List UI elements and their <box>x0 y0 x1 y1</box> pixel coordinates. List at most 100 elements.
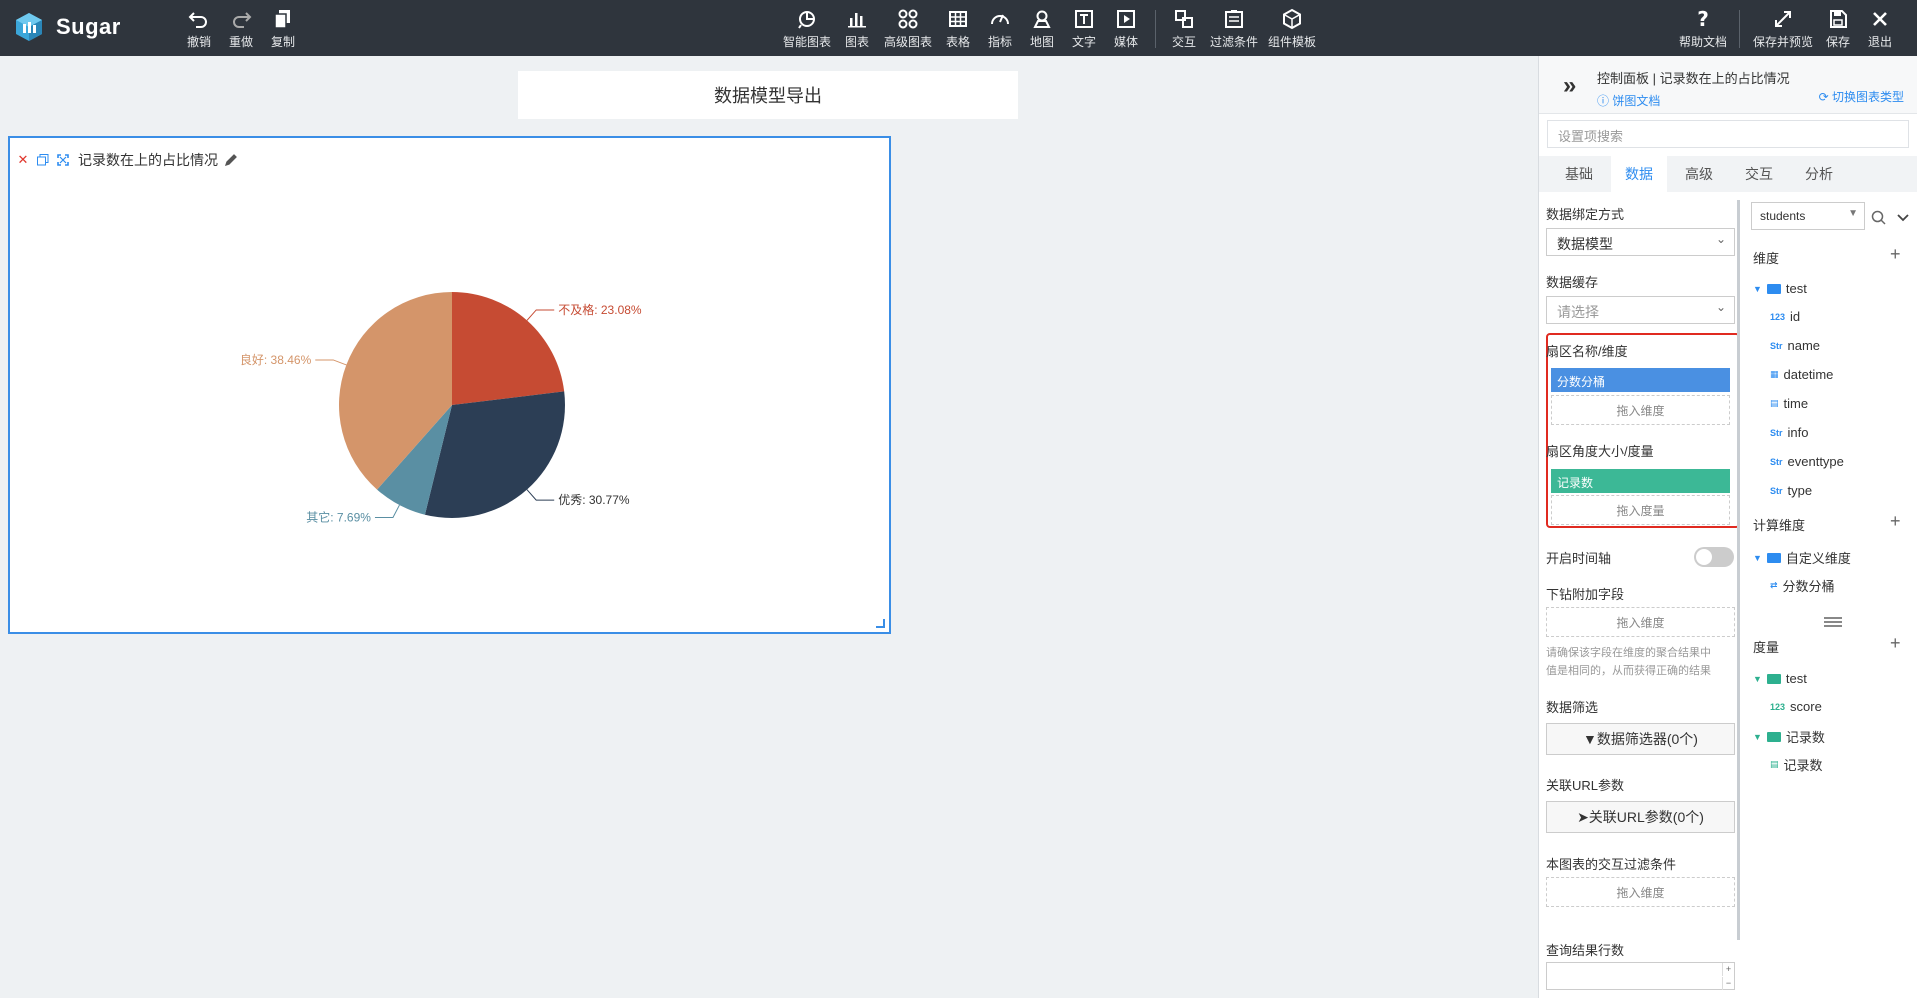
dimension-pill[interactable]: 分数分桶 <box>1551 368 1730 392</box>
data-filter-button[interactable]: ▼ 数据筛选器(0个) <box>1546 723 1735 755</box>
svg-text:?: ? <box>1697 8 1709 30</box>
report-title[interactable]: 数据模型导出 <box>518 71 1018 119</box>
save-button[interactable]: 保存 <box>1826 8 1850 50</box>
field-item[interactable]: Str name <box>1770 338 1820 353</box>
smart-chart-button[interactable]: 智能图表 <box>783 8 831 50</box>
pie-slice[interactable] <box>452 292 565 405</box>
pie-label: 其它: 7.69% <box>306 509 371 524</box>
toolbar-divider <box>1155 10 1156 48</box>
tab-interaction[interactable]: 交互 <box>1731 156 1787 192</box>
table-button[interactable]: 表格 <box>946 8 970 50</box>
field-item[interactable]: Str eventtype <box>1770 454 1844 469</box>
rows-input[interactable]: + − <box>1546 962 1735 990</box>
drill-drop-zone[interactable]: 拖入维度 <box>1546 607 1735 637</box>
chevron-down-icon[interactable] <box>1896 212 1910 224</box>
field-item[interactable]: ▦ datetime <box>1770 367 1833 382</box>
field-item[interactable]: 123 score <box>1770 699 1822 714</box>
filter-condition-button[interactable]: 过滤条件 <box>1210 8 1258 50</box>
chart-card-header: ✕ 记录数在上的占比情况 <box>16 150 238 170</box>
add-calc-dimension-icon[interactable]: + <box>1890 511 1901 532</box>
send-icon: ➤ <box>1577 808 1589 825</box>
pie-leader-line <box>374 504 400 518</box>
advanced-chart-button[interactable]: 高级图表 <box>884 8 932 50</box>
folder-icon <box>1766 673 1781 684</box>
tab-analysis[interactable]: 分析 <box>1791 156 1847 192</box>
map-button[interactable]: 地图 <box>1030 8 1054 50</box>
field-item[interactable]: Str type <box>1770 483 1812 498</box>
exit-button[interactable]: 退出 <box>1868 8 1892 50</box>
datetime-type-icon: ▦ <box>1770 369 1779 379</box>
delete-icon[interactable]: ✕ <box>16 152 30 167</box>
collapse-panel-icon[interactable]: » <box>1563 72 1576 100</box>
measure-pill[interactable]: 记录数 <box>1551 469 1730 493</box>
field-item[interactable]: ▤ time <box>1770 396 1808 411</box>
settings-search-input[interactable]: 设置项搜索 <box>1547 120 1909 148</box>
dimension-folder[interactable]: ▼ test <box>1753 281 1807 296</box>
copy-button[interactable]: 复制 <box>271 8 295 50</box>
text-button[interactable]: 文字 <box>1072 8 1096 50</box>
tab-advanced[interactable]: 高级 <box>1671 156 1727 192</box>
switch-chart-type-link[interactable]: ⟳ 切换图表类型 <box>1819 88 1904 105</box>
help-button[interactable]: ? 帮助文档 <box>1679 8 1727 50</box>
chart-card[interactable]: 不及格: 23.08% 优秀: 30.77% 其它: 7.69% 良好: 38.46%… <box>8 136 891 634</box>
caret-icon: ▼ <box>1753 731 1762 742</box>
drop-dimension-zone[interactable]: 拖入维度 <box>1551 395 1730 425</box>
cache-select[interactable]: 请选择 ⌄ <box>1546 296 1735 324</box>
undo-button[interactable]: 撤销 <box>187 8 211 50</box>
search-icon[interactable] <box>1871 210 1887 226</box>
folder-icon <box>1766 283 1781 294</box>
chart-button[interactable]: 图表 <box>845 8 869 50</box>
count-folder[interactable]: ▼ 记录数 <box>1753 727 1825 746</box>
tab-basic[interactable]: 基础 <box>1551 156 1607 192</box>
binding-select[interactable]: 数据模型 ⌄ <box>1546 228 1735 256</box>
panel-tabs: 基础 数据 高级 交互 分析 <box>1539 156 1917 192</box>
url-param-button[interactable]: ➤ 关联URL参数(0个) <box>1546 801 1735 833</box>
folder-icon <box>1766 552 1781 563</box>
filter-icon: ▼ <box>1583 731 1597 747</box>
sector-name-label: 扇区名称/维度 <box>1546 344 1628 359</box>
app-name: Sugar <box>56 14 121 39</box>
datasource-select[interactable]: students ▼ <box>1751 202 1865 230</box>
field-item[interactable]: ⇄ 分数分桶 <box>1770 576 1835 595</box>
redo-button[interactable]: 重做 <box>229 8 253 50</box>
calendar-type-icon: ▤ <box>1770 398 1779 408</box>
pie-doc-link[interactable]: ⓘ 饼图文档 <box>1597 92 1660 109</box>
filter-condition-icon <box>1225 10 1243 28</box>
gauge-icon <box>991 14 1009 25</box>
save-preview-button[interactable]: 保存并预览 <box>1753 8 1813 50</box>
fullscreen-icon[interactable] <box>56 153 70 167</box>
panel-header: » 控制面板 | 记录数在上的占比情况 ⓘ 饼图文档 ⟳ 切换图表类型 <box>1539 56 1917 114</box>
splitter-grip-icon[interactable] <box>1824 617 1842 627</box>
interaction-button[interactable]: 交互 <box>1172 8 1196 50</box>
increment-icon[interactable]: + <box>1722 963 1734 976</box>
play-icon <box>1117 10 1135 28</box>
panel-scrollbar[interactable] <box>1737 200 1740 940</box>
drop-measure-zone[interactable]: 拖入度量 <box>1551 495 1730 525</box>
edit-pencil-icon[interactable] <box>224 153 238 167</box>
calc-folder[interactable]: ▼ 自定义维度 <box>1753 548 1851 567</box>
interaction-icon <box>1175 10 1193 28</box>
indicator-button[interactable]: 指标 <box>988 8 1012 50</box>
component-template-button[interactable]: 组件模板 <box>1268 8 1316 50</box>
pie-leader-line <box>526 489 555 501</box>
timeline-label: 开启时间轴 <box>1546 551 1612 566</box>
resize-handle[interactable] <box>876 619 885 628</box>
field-item[interactable]: ▤ 记录数 <box>1770 755 1823 774</box>
duplicate-icon[interactable] <box>36 153 50 167</box>
advanced-chart-icon <box>898 9 918 29</box>
app-logo[interactable]: Sugar <box>14 12 121 42</box>
add-dimension-icon[interactable]: + <box>1890 244 1901 265</box>
caret-icon: ▼ <box>1753 552 1762 563</box>
field-item[interactable]: Str info <box>1770 425 1808 440</box>
timeline-toggle[interactable] <box>1694 547 1734 567</box>
chart-title: 记录数在上的占比情况 <box>78 152 218 168</box>
drill-hint-1: 请确保该字段在维度的聚合结果中 <box>1546 647 1711 659</box>
string-type-icon: Str <box>1770 485 1783 496</box>
tab-data[interactable]: 数据 <box>1611 156 1667 192</box>
interact-filter-drop-zone[interactable]: 拖入维度 <box>1546 877 1735 907</box>
media-button[interactable]: 媒体 <box>1114 8 1138 50</box>
measure-folder[interactable]: ▼ test <box>1753 671 1807 686</box>
decrement-icon[interactable]: − <box>1722 977 1734 990</box>
field-item[interactable]: 123 id <box>1770 309 1800 324</box>
add-measure-icon[interactable]: + <box>1890 633 1901 654</box>
